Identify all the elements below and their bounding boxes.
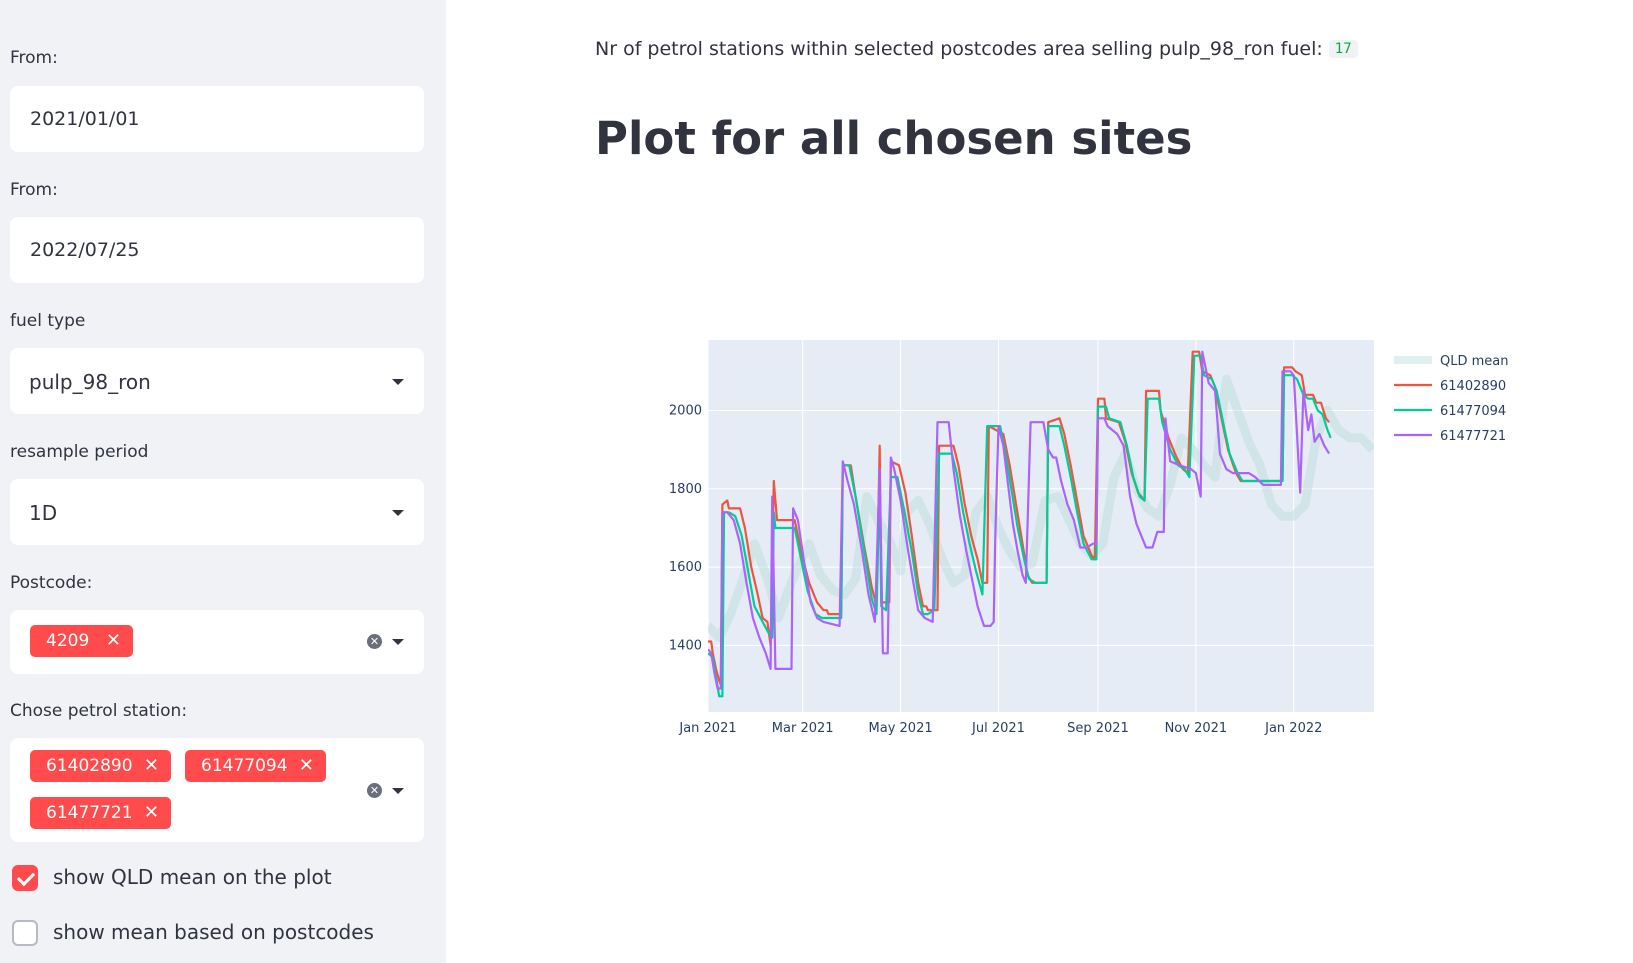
- postcode-mean-checkbox[interactable]: [12, 920, 38, 946]
- close-icon[interactable]: ✕: [299, 750, 314, 782]
- postcode-tag: 4209 ✕: [30, 625, 133, 657]
- sidebar: From: 2021/01/01 From: 2022/07/25 fuel t…: [0, 0, 446, 963]
- postcode-tag-label: 4209: [46, 631, 90, 651]
- date-from-label: From:: [10, 48, 58, 68]
- postcode-label: Postcode:: [10, 573, 93, 593]
- resample-value: 1D: [29, 501, 58, 525]
- station-count-text: Nr of petrol stations within selected po…: [595, 38, 1358, 60]
- qld-mean-checkbox-label[interactable]: show QLD mean on the plot: [53, 865, 332, 889]
- fuel-type-label: fuel type: [10, 311, 86, 331]
- x-tick-label: Jul 2021: [971, 721, 1025, 736]
- date-from-input[interactable]: 2021/01/01: [10, 86, 424, 152]
- close-icon[interactable]: ✕: [144, 797, 159, 829]
- legend-item: 61477721: [1440, 429, 1506, 444]
- chevron-down-icon[interactable]: [392, 639, 404, 645]
- station-tag-label: 61477721: [46, 803, 133, 823]
- qld-mean-checkbox[interactable]: [12, 865, 38, 891]
- y-tick-label: 1600: [669, 560, 702, 575]
- resample-label: resample period: [10, 442, 149, 462]
- legend-item: QLD mean: [1440, 354, 1509, 369]
- date-from-value: 2021/01/01: [30, 108, 140, 130]
- station-label: Chose petrol station:: [10, 701, 188, 721]
- page-title: Plot for all chosen sites: [595, 112, 1193, 165]
- clear-x-circle-icon[interactable]: ✕: [367, 634, 382, 649]
- date-to-input[interactable]: 2022/07/25: [10, 217, 424, 283]
- x-tick-label: Nov 2021: [1165, 721, 1228, 736]
- date-to-value: 2022/07/25: [30, 239, 140, 261]
- fuel-type-select[interactable]: pulp_98_ron: [10, 348, 424, 414]
- station-tag-label: 61402890: [46, 756, 133, 776]
- x-tick-label: Jan 2022: [1264, 721, 1322, 736]
- chevron-down-icon[interactable]: [392, 379, 404, 385]
- chevron-down-icon[interactable]: [392, 510, 404, 516]
- station-count-badge: 17: [1328, 40, 1358, 58]
- y-tick-label: 2000: [669, 403, 702, 418]
- x-tick-label: Sep 2021: [1067, 721, 1129, 736]
- station-count-label: Nr of petrol stations within selected po…: [595, 38, 1323, 60]
- resample-select[interactable]: 1D: [10, 479, 424, 545]
- x-tick-label: Jan 2021: [678, 721, 736, 736]
- station-tag-label: 61477094: [201, 756, 288, 776]
- chevron-down-icon[interactable]: [392, 788, 404, 794]
- station-tag: 61402890 ✕: [30, 750, 171, 782]
- y-tick-label: 1800: [669, 482, 702, 497]
- date-to-label: From:: [10, 180, 58, 200]
- check-icon: [16, 867, 36, 887]
- station-multiselect[interactable]: 61402890 ✕ 61477094 ✕ 61477721 ✕ ✕: [10, 738, 424, 842]
- close-icon[interactable]: ✕: [144, 750, 159, 782]
- x-tick-label: Mar 2021: [772, 721, 834, 736]
- station-tag: 61477721 ✕: [30, 797, 171, 829]
- y-tick-label: 1400: [669, 638, 702, 653]
- x-tick-label: May 2021: [869, 721, 933, 736]
- price-line-chart[interactable]: Jan 2021 Mar 2021 May 2021 Jul 2021 Sep 2021…: [640, 320, 1560, 740]
- fuel-type-value: pulp_98_ron: [29, 370, 151, 394]
- postcode-mean-checkbox-label[interactable]: show mean based on postcodes: [53, 920, 374, 944]
- legend-item: 61477094: [1440, 404, 1506, 419]
- station-tag: 61477094 ✕: [185, 750, 326, 782]
- postcode-multiselect[interactable]: 4209 ✕ ✕: [10, 610, 424, 674]
- close-icon[interactable]: ✕: [106, 625, 121, 657]
- legend-item: 61402890: [1440, 379, 1506, 394]
- clear-x-circle-icon[interactable]: ✕: [367, 783, 382, 798]
